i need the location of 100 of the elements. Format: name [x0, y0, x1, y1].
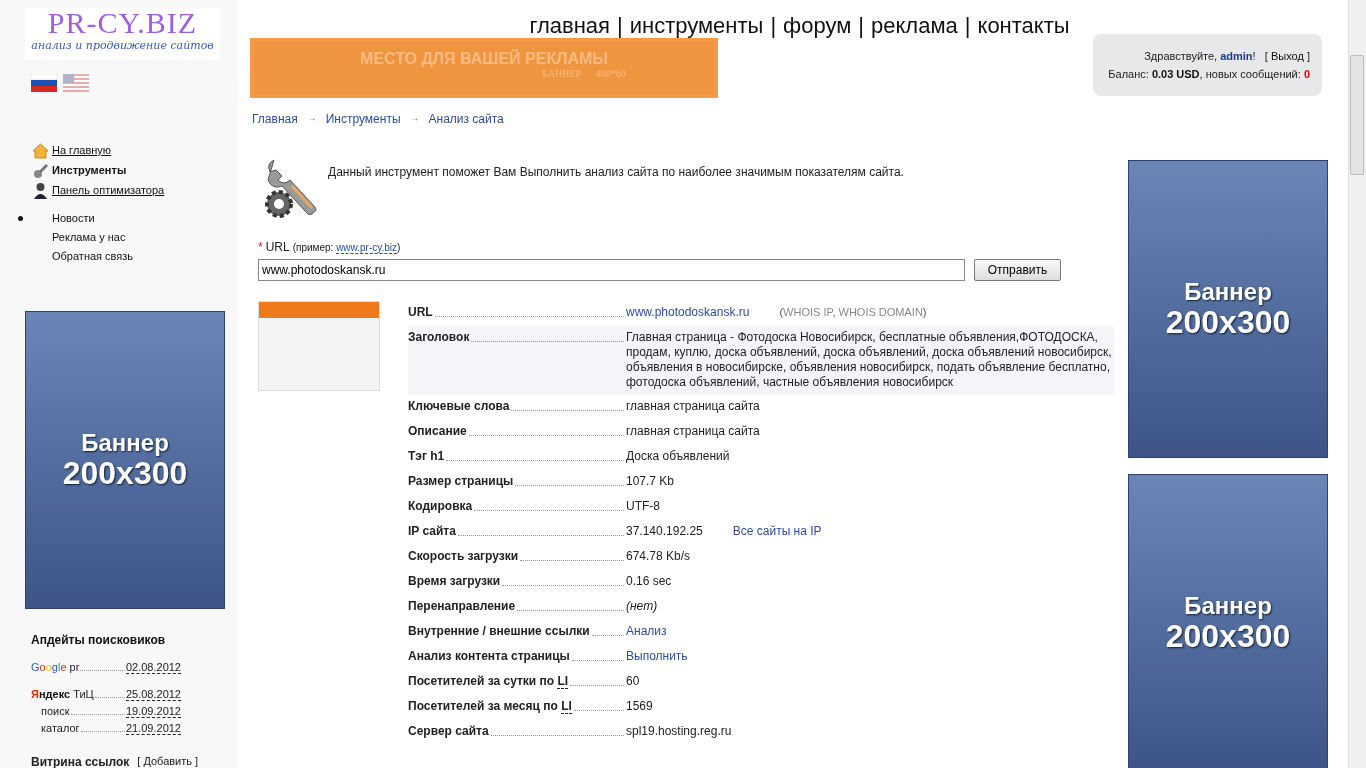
result-label: URL [408, 305, 433, 319]
top-nav-link[interactable]: инструменты [629, 12, 764, 40]
nav-separator: | [964, 12, 971, 40]
sidebar-nav-link[interactable]: На главную [52, 144, 112, 156]
result-label: Описание [408, 424, 467, 438]
nav-separator: | [617, 12, 623, 40]
logout-link[interactable]: Выход [1270, 50, 1304, 62]
result-value: UTF-8 [626, 499, 660, 514]
banner-size: 200x300 [62, 456, 188, 490]
result-label: Анализ контента страницы [408, 649, 570, 663]
sidebar-link[interactable]: Обратная связь [52, 250, 134, 262]
result-label: Заголовок [408, 330, 470, 344]
result-value: 60 [626, 674, 640, 689]
balance-link[interactable]: 0.03 USD [1151, 68, 1200, 80]
result-label: Посетителей за сутки по LI [408, 674, 569, 688]
logo-tagline: анализ и продвижение сайтов [31, 38, 214, 54]
result-label: Скорость загрузки [408, 549, 519, 563]
sidebar-nav-link[interactable]: Панель оптимизатора [52, 184, 165, 196]
greeting-text: Здравствуйте, admin! [ Выход ] [1144, 50, 1310, 62]
us-flag-icon[interactable] [63, 74, 89, 92]
result-label: Время загрузки [408, 574, 501, 588]
showcase-title: Витрина ссылок [31, 755, 130, 768]
engine-label: pr [68, 661, 80, 673]
logo-title: PR-CY.BIZ [47, 8, 198, 38]
banner-title: Баннер [1184, 279, 1272, 305]
top-nav-link[interactable]: главная [529, 12, 610, 40]
result-value: 37.140.192.25 [626, 524, 703, 539]
result-value: spl19.hosting.reg.ru [626, 724, 732, 739]
scrollbar-thumb[interactable] [1350, 55, 1364, 175]
breadcrumb-link[interactable]: Инструменты [325, 112, 401, 126]
result-label: Посетителей за месяц по LI [408, 699, 572, 713]
result-link[interactable]: www.photodoskansk.ru [626, 305, 750, 320]
result-label: Перенаправление [408, 599, 516, 613]
add-link[interactable]: [ Добавить ] [137, 755, 199, 768]
yandex-logo: Яндекс [31, 688, 71, 700]
breadcrumb-link[interactable]: Анализ сайта [428, 112, 504, 126]
example-text: (пример: www.pr-cy.biz) [292, 242, 401, 253]
balance-text: Баланс: 0.03 USD, новых сообщений: 0 [1108, 68, 1310, 80]
russian-flag-icon[interactable] [31, 74, 57, 92]
result-value: Главная страница - Фотодоска Новосибирск, бесплатные объявления,ФОТОДОСКА, продам, куплю, доска объявлений, доска объявлений, доска объявлений новосибирск, объявления в новосибирске, объявления новосибирск, подать объявление бесплатно, фотодоска объявлений, частные объявления новосибирск [626, 330, 1113, 390]
url-input[interactable]: www.photodoskansk.ru [258, 259, 965, 281]
banner-size: 200x300 [1165, 305, 1291, 339]
whois-links: (WHOIS IP, WHOIS DOMAIN) [779, 305, 927, 320]
ad-banner[interactable]: Баннер 200x300 [25, 311, 225, 609]
whois-link[interactable]: WHOIS DOMAIN [838, 306, 923, 318]
engine-label: каталог [41, 722, 80, 734]
result-value: Доска объявлений [626, 449, 730, 464]
top-nav-link[interactable]: форум [783, 12, 852, 40]
result-value: 1569 [626, 699, 653, 714]
banner-size: 200x300 [1165, 619, 1291, 653]
breadcrumb-link[interactable]: Главная [252, 112, 298, 126]
update-date[interactable]: 19.09.2012 [125, 705, 181, 718]
sidebar-nav-link[interactable]: Инструменты [52, 164, 127, 176]
wrench-gear-icon [262, 156, 318, 220]
result-link[interactable]: Выполнить [626, 649, 688, 664]
username-link[interactable]: admin [1220, 50, 1253, 62]
result-label: Тэг h1 [408, 449, 445, 463]
banner-title: Баннер [81, 430, 169, 456]
result-value: главная страница сайта [626, 424, 760, 439]
update-date[interactable]: 25.08.2012 [125, 688, 181, 701]
ad-banner[interactable]: Баннер 200x300 [1128, 160, 1328, 458]
person-icon [32, 181, 49, 199]
result-value: (нет) [626, 599, 658, 614]
result-value: 674.78 Kb/s [626, 549, 691, 564]
whois-link[interactable]: WHOIS IP [783, 306, 833, 318]
breadcrumb-separator: → [306, 112, 317, 125]
scrollbar[interactable] [1348, 0, 1366, 768]
site-logo[interactable]: PR-CY.BIZ анализ и продвижение сайтов [25, 8, 220, 60]
result-label: Размер страницы [408, 474, 514, 488]
messages-link[interactable]: 0 [1303, 68, 1310, 80]
update-date[interactable]: 21.09.2012 [125, 722, 181, 735]
ad-banner[interactable]: Баннер 200x300 [1128, 474, 1328, 768]
result-link[interactable]: Все сайты на IP [732, 524, 822, 539]
updates-title: Апдейты поисковиков [31, 633, 167, 647]
result-label: IP сайта [408, 524, 456, 538]
breadcrumb-separator: → [409, 112, 420, 125]
sidebar-link[interactable]: Реклама у нас [52, 231, 126, 243]
result-link[interactable]: Анализ [626, 624, 667, 639]
result-label: Внутренние / внешние ссылки [408, 624, 590, 638]
banner-size: БАННЕР 468*60 [542, 68, 626, 79]
top-nav-link[interactable]: реклама [871, 12, 958, 40]
result-label: Кодировка [408, 499, 473, 513]
submit-button[interactable]: Отправить [974, 259, 1061, 281]
google-logo: Google [31, 661, 67, 673]
banner-title: Баннер [1184, 593, 1272, 619]
result-value: главная страница сайта [626, 399, 760, 414]
house-icon [32, 141, 49, 159]
nav-separator: | [770, 12, 777, 40]
required-mark: * [258, 240, 263, 254]
banner-title: МЕСТО ДЛЯ ВАШЕЙ РЕКЛАМЫ [360, 50, 608, 68]
result-label: Ключевые слова [408, 399, 510, 413]
top-nav-link[interactable]: контакты [977, 12, 1070, 40]
result-value: 0.16 sec [626, 574, 672, 589]
nav-separator: | [858, 12, 864, 40]
intro-text: Данный инструмент поможет Вам Выполнить анализ сайта по наиболее значимым показателям сайта. [328, 165, 904, 181]
field-label: URL [265, 240, 290, 254]
engine-label: поиск [41, 705, 70, 717]
result-value: 107.7 Kb [626, 474, 675, 489]
update-date[interactable]: 02.08.2012 [125, 661, 181, 674]
sidebar-link[interactable]: Новости [52, 212, 95, 224]
